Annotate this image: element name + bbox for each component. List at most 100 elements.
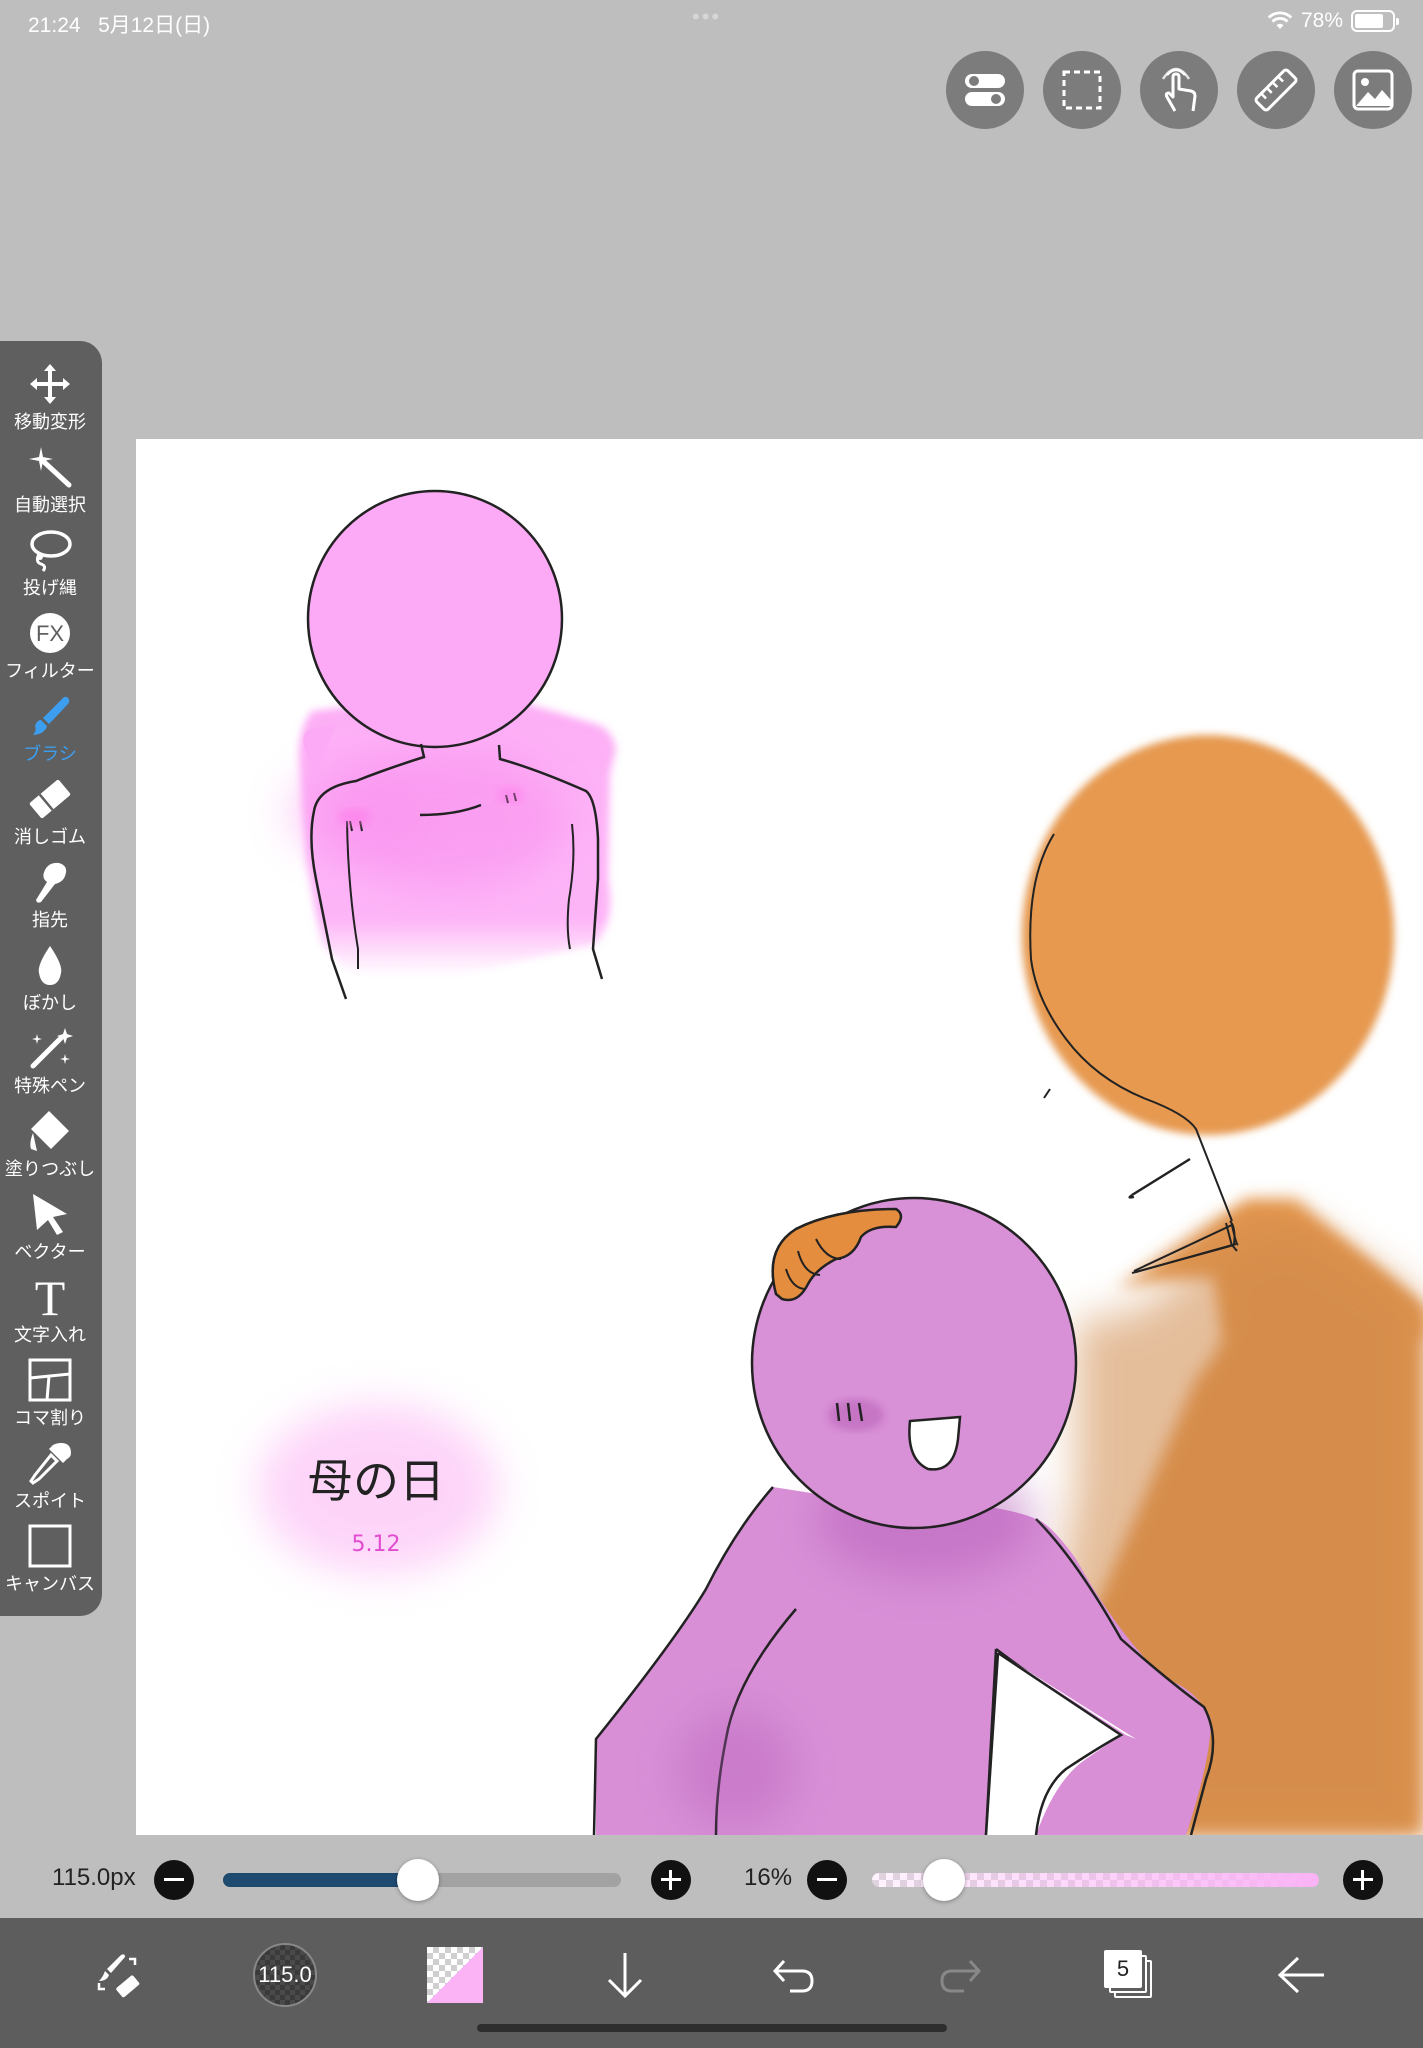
back-button[interactable] [1266,1940,1336,2010]
undo-button[interactable] [758,1940,828,2010]
brush-size-increase-button[interactable] [651,1860,691,1900]
pink-figure [286,489,616,1000]
color-swatch-fill [427,1947,483,2003]
drop-icon [38,946,62,985]
quick-switch-button[interactable] [82,1940,152,2010]
magic-wand-icon [29,447,72,488]
battery-fill [1355,14,1384,28]
opacity-value: 16% [744,1864,793,1891]
tool-text[interactable]: T 文字入れ [0,1271,100,1354]
tool-label: 消しゴム [14,827,86,847]
mothers-day-note: 母の日 5.12 [258,1404,498,1574]
fx-icon: FX [30,613,70,653]
plus-icon [661,1870,681,1890]
tool-special-pen[interactable]: 特殊ペン [0,1022,100,1105]
undo-icon [772,1959,814,1993]
gesture-button[interactable] [1140,51,1218,129]
tool-label: 指先 [32,910,68,930]
home-indicator[interactable] [477,2024,947,2032]
tool-label: 文字入れ [14,1325,86,1345]
status-date: 5月12日(日) [98,14,211,37]
redo-icon [940,1959,982,1993]
opacity-increase-button[interactable] [1343,1860,1383,1900]
brush-size-preview-button[interactable]: 115.0 [250,1940,320,2010]
tool-fill[interactable]: 塗りつぶし [0,1105,100,1188]
tool-vector[interactable]: ベクター [0,1188,100,1271]
svg-text:T: T [35,1275,66,1319]
redo-button[interactable] [926,1940,996,2010]
tool-label: スポイト [14,1491,86,1511]
layer-count: 5 [1116,1956,1130,1981]
color-swatch-button[interactable] [420,1940,490,2010]
finger-icon [36,862,67,903]
ruler-button[interactable] [1237,51,1315,129]
status-time: 21:24 5月12日(日) [28,14,211,37]
brush-icon [33,696,70,735]
toggle-settings-button[interactable] [946,51,1024,129]
sparkle-pen-icon [30,1028,73,1069]
tool-label: フィルター [5,661,95,681]
eraser-icon [29,779,71,819]
tool-label: キャンバス [5,1574,95,1594]
ruler-icon [1254,68,1298,112]
note-date: 5.12 [352,1532,401,1557]
svg-text:FX: FX [36,621,64,646]
tool-blur[interactable]: ぼかし [0,939,100,1022]
bucket-icon [30,1111,69,1151]
brush-preview-circle: 115.0 [253,1943,317,2007]
reference-image-button[interactable] [1334,51,1412,129]
tool-brush[interactable]: ブラシ [0,690,100,773]
lasso-icon [30,530,72,572]
color-swatch [427,1947,483,2003]
minus-icon [817,1878,837,1881]
plus-icon [1353,1870,1373,1890]
tool-eraser[interactable]: 消しゴム [0,773,100,856]
brush-eraser-swap-icon [97,1954,140,1998]
status-bar: 21:24 5月12日(日) ••• 78% [0,0,1423,42]
tool-label: 投げ縄 [23,578,77,598]
eyedropper-icon [29,1443,71,1485]
tool-label: ブラシ [23,744,77,764]
tool-canvas[interactable]: キャンバス [0,1520,100,1603]
minus-icon [164,1878,184,1881]
battery-icon [1351,10,1399,32]
note-title: 母の日 [307,1454,445,1508]
opacity-knob[interactable] [922,1859,965,1901]
selection-button[interactable] [1043,51,1121,129]
tool-eyedropper[interactable]: スポイト [0,1437,100,1520]
tool-filter[interactable]: FX フィルター [0,607,100,690]
artwork: 母の日 5.12 [258,489,1423,1835]
brush-size-decrease-button[interactable] [154,1860,194,1900]
tool-finger[interactable]: 指先 [0,856,100,939]
tool-label: 移動変形 [14,412,86,432]
text-t-icon: T [35,1275,66,1319]
wifi-icon [1267,11,1293,29]
arrow-down-icon [607,1953,643,1999]
brush-size-value: 115.0px [52,1864,136,1891]
touch-icon [1161,67,1197,112]
cursor-arrow-icon [33,1194,67,1235]
tool-auto-select[interactable]: 自動選択 [0,441,100,524]
tool-palette: 移動変形 自動選択 投げ縄 FX フィルター ブラシ 消しゴム 指先 ぼかし 特… [0,341,102,1616]
tool-lasso[interactable]: 投げ縄 [0,524,100,607]
tool-label: ベクター [14,1242,86,1262]
tool-label: ぼかし [23,993,77,1013]
bottom-bar: 115.0 5 [0,1918,1423,2048]
brush-size-fill [223,1873,419,1887]
tool-label: 自動選択 [14,495,86,515]
tool-label: 塗りつぶし [4,1159,96,1179]
tool-frame[interactable]: コマ割り [0,1354,100,1437]
drawing-canvas[interactable]: 母の日 5.12 [136,439,1423,1835]
multitask-dots[interactable]: ••• [692,4,721,30]
battery-percent: 78% [1300,9,1343,32]
arrow-left-icon [1277,1956,1324,1994]
download-button[interactable] [590,1940,660,2010]
layers-button[interactable]: 5 [1094,1940,1164,2010]
brush-size-knob[interactable] [397,1859,440,1901]
tool-label: 特殊ペン [14,1076,86,1096]
slider-row: 115.0px 16% [0,1842,1423,1918]
brush-preview-label: 115.0 [258,1962,312,1987]
tool-move[interactable]: 移動変形 [0,358,100,441]
opacity-decrease-button[interactable] [807,1860,847,1900]
image-icon [1352,69,1394,111]
